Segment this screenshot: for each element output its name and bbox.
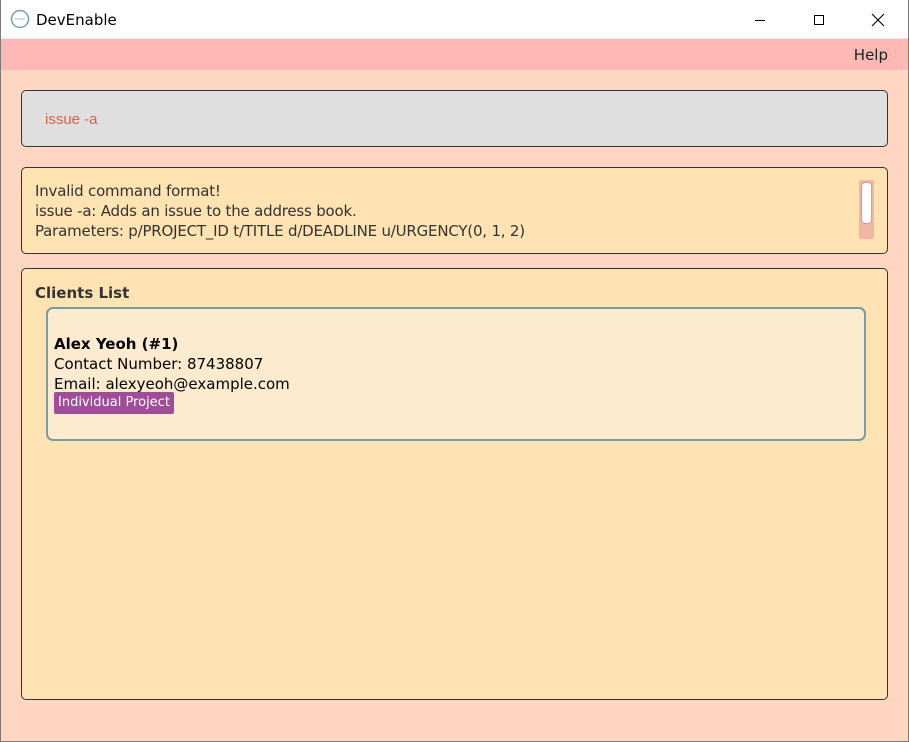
result-line: issue -a: Adds an issue to the address b… [35, 202, 357, 220]
result-scrollbar-thumb[interactable] [861, 182, 872, 224]
menu-bar: Help [0, 39, 909, 70]
client-email: Email: alexyeoh@example.com [54, 375, 290, 393]
result-text: Invalid command format! issue -a: Adds a… [35, 181, 850, 241]
command-input[interactable] [35, 103, 870, 135]
clients-list-title: Clients List [35, 284, 130, 302]
maximize-button[interactable] [796, 0, 842, 39]
menu-help[interactable]: Help [854, 46, 888, 64]
command-box [21, 90, 888, 147]
client-tag: Individual Project [54, 392, 174, 414]
clients-list-panel: Clients List Alex Yeoh (#1) Contact Numb… [21, 268, 888, 700]
close-button[interactable] [855, 0, 901, 39]
close-icon [871, 13, 885, 26]
title-bar[interactable]: DevEnable [0, 0, 909, 39]
client-phone: Contact Number: 87438807 [54, 355, 264, 373]
minimize-button[interactable] [737, 0, 783, 39]
window-title: DevEnable [36, 11, 117, 29]
minimize-icon [755, 19, 765, 21]
maximize-icon [814, 14, 824, 25]
result-display: Invalid command format! issue -a: Adds a… [21, 167, 888, 254]
result-line: Parameters: p/PROJECT_ID t/TITLE d/DEADL… [35, 222, 525, 240]
result-line: Invalid command format! [35, 182, 221, 200]
client-card[interactable]: Alex Yeoh (#1) Contact Number: 87438807 … [46, 307, 866, 441]
client-name: Alex Yeoh (#1) [54, 335, 179, 353]
app-logo-icon [10, 9, 30, 29]
result-scrollbar[interactable] [859, 180, 874, 239]
